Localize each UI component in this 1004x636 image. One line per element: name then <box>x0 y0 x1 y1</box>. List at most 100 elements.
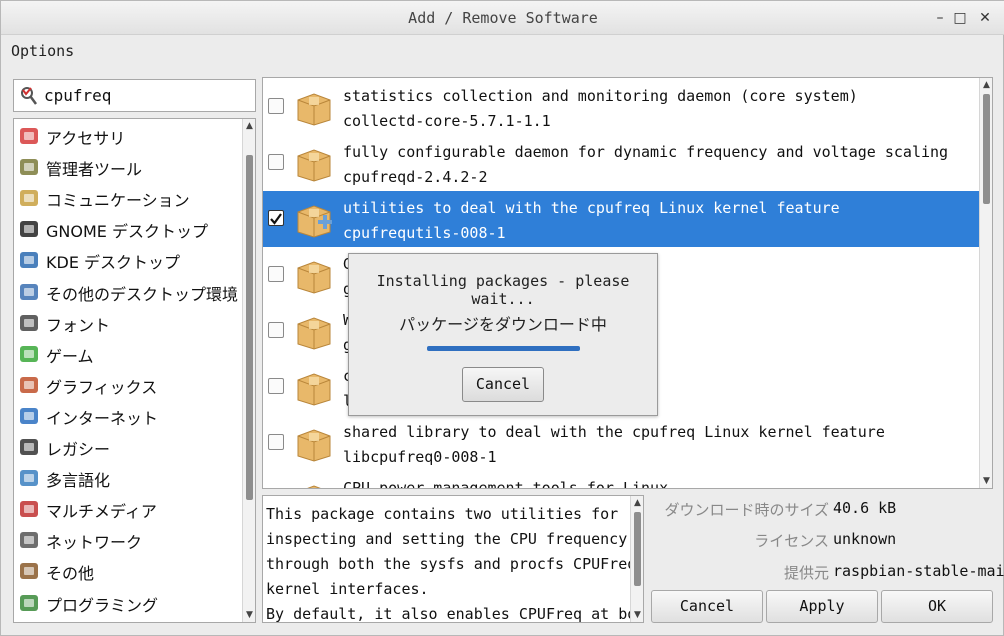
package-checkbox[interactable] <box>268 266 284 282</box>
category-label: フォント <box>46 315 111 335</box>
category-item[interactable]: コミュニケーション <box>14 183 244 214</box>
category-item[interactable]: その他 <box>14 556 244 587</box>
scroll-up-icon[interactable]: ▲ <box>631 496 643 510</box>
license-value: unknown <box>833 530 897 548</box>
category-scrollbar[interactable]: ▲ ▼ <box>242 119 255 622</box>
package-box-icon <box>294 480 334 488</box>
package-row[interactable]: statistics collection and monitoring dae… <box>263 79 979 135</box>
checkmark-icon <box>270 213 282 225</box>
package-checkbox[interactable] <box>268 322 284 338</box>
close-icon[interactable]: ✕ <box>975 8 995 28</box>
window-title: Add / Remove Software <box>408 9 598 27</box>
package-row[interactable]: utilities to deal with the cpufreq Linux… <box>263 191 979 247</box>
category-item[interactable]: KDE デスクトップ <box>14 245 244 276</box>
search-field[interactable]: cpufreq <box>13 79 256 112</box>
category-scroll-thumb[interactable] <box>246 155 253 500</box>
kde-icon <box>18 249 40 271</box>
package-box-icon <box>294 144 334 182</box>
package-name: collectd-core-5.7.1-1.1 <box>343 112 551 130</box>
category-label: グラフィックス <box>46 377 158 397</box>
category-item[interactable]: アクセサリ <box>14 121 244 152</box>
category-item[interactable]: その他のデスクトップ環境 <box>14 277 244 308</box>
add-remove-software-window: Add / Remove Software – □ ✕ Options cpuf… <box>0 0 1004 636</box>
category-label: レガシー <box>46 440 111 459</box>
description-scrollbar[interactable]: ▲ ▼ <box>630 496 643 622</box>
source-value: raspbian-stable-main <box>833 562 1004 580</box>
category-label: 管理者ツール <box>46 160 143 180</box>
category-item[interactable]: プログラミング <box>14 588 244 619</box>
category-label: ネットワーク <box>46 533 143 553</box>
package-description: statistics collection and monitoring dae… <box>343 87 858 105</box>
category-label: ゲーム <box>46 346 94 366</box>
scroll-up-icon[interactable]: ▲ <box>243 119 255 133</box>
communication-icon <box>18 187 40 209</box>
info-source: 提供元 raspbian-stable-main <box>651 562 1004 584</box>
package-install-icon <box>294 200 334 238</box>
category-label: プログラミング <box>46 595 159 615</box>
package-box-icon <box>294 424 334 462</box>
category-item[interactable]: 管理者ツール <box>14 152 244 183</box>
package-scrollbar[interactable]: ▲ ▼ <box>979 78 992 488</box>
category-item[interactable]: 多言語化 <box>14 463 244 494</box>
package-row[interactable]: fully configurable daemon for dynamic fr… <box>263 135 979 191</box>
maximize-icon[interactable]: □ <box>950 8 970 28</box>
programming-icon <box>18 592 40 614</box>
license-label: ライセンス <box>754 532 829 550</box>
package-checkbox[interactable] <box>268 154 284 170</box>
size-value: 40.6 kB <box>833 499 897 517</box>
category-item[interactable]: フォント <box>14 308 244 339</box>
description-text: This package contains two utilities for … <box>266 505 643 623</box>
info-license: ライセンス unknown <box>651 530 991 552</box>
category-label: その他 <box>46 564 95 584</box>
scroll-down-icon[interactable]: ▼ <box>980 474 992 488</box>
network-icon <box>18 529 40 551</box>
package-description: This package contains two utilities for … <box>262 495 644 623</box>
dialog-status: パッケージをダウンロード中 <box>399 315 607 334</box>
category-item[interactable]: マルチメディア <box>14 494 244 525</box>
dialog-message: Installing packages - please wait... <box>376 272 630 308</box>
cancel-button[interactable]: Cancel <box>651 590 763 623</box>
admin-tools-icon <box>18 156 40 178</box>
category-label: GNOME デスクトップ <box>46 222 208 242</box>
menu-options[interactable]: Options <box>11 42 74 60</box>
desktop-icon <box>18 281 40 303</box>
package-name: cpufreqd-2.4.2-2 <box>343 168 488 186</box>
package-row[interactable]: CPU power management tools for Linux <box>263 471 979 488</box>
apply-button[interactable]: Apply <box>766 590 878 623</box>
source-label: 提供元 <box>783 564 829 582</box>
package-checkbox[interactable] <box>268 210 284 226</box>
minimize-icon[interactable]: – <box>930 8 950 28</box>
floppy-icon <box>18 436 40 458</box>
title-bar[interactable]: Add / Remove Software – □ ✕ <box>1 1 1004 35</box>
package-box-icon <box>294 368 334 406</box>
other-icon <box>18 560 40 582</box>
category-item[interactable]: ゲーム <box>14 339 244 370</box>
size-label: ダウンロード時のサイズ <box>664 501 829 519</box>
scroll-down-icon[interactable]: ▼ <box>631 608 643 622</box>
category-label: インターネット <box>46 408 159 428</box>
package-checkbox[interactable] <box>268 434 284 450</box>
scroll-up-icon[interactable]: ▲ <box>980 78 992 92</box>
scroll-down-icon[interactable]: ▼ <box>243 608 255 622</box>
category-label: アクセサリ <box>46 129 126 148</box>
search-input[interactable]: cpufreq <box>44 86 111 105</box>
category-label: 多言語化 <box>46 471 111 491</box>
category-item[interactable]: グラフィックス <box>14 370 244 401</box>
multimedia-icon <box>18 498 40 520</box>
category-item[interactable]: ネットワーク <box>14 525 244 556</box>
dialog-cancel-button[interactable]: Cancel <box>462 367 544 402</box>
category-list: アクセサリ管理者ツールコミュニケーション GNOME デスクトップ KDE デスクト… <box>13 118 256 623</box>
package-row[interactable]: shared library to deal with the cpufreq … <box>263 415 979 471</box>
category-item[interactable]: インターネット <box>14 401 244 432</box>
description-scroll-thumb[interactable] <box>634 512 641 586</box>
package-checkbox[interactable] <box>268 98 284 114</box>
ok-button[interactable]: OK <box>881 590 993 623</box>
category-item[interactable]: GNOME デスクトップ <box>14 214 244 245</box>
package-checkbox[interactable] <box>268 378 284 394</box>
package-scroll-thumb[interactable] <box>983 94 990 204</box>
category-item[interactable]: レガシー <box>14 432 244 463</box>
category-label: コミュニケーション <box>46 191 190 211</box>
category-label: その他のデスクトップ環境 <box>46 284 239 304</box>
game-icon <box>18 343 40 365</box>
package-description: shared library to deal with the cpufreq … <box>343 423 885 441</box>
